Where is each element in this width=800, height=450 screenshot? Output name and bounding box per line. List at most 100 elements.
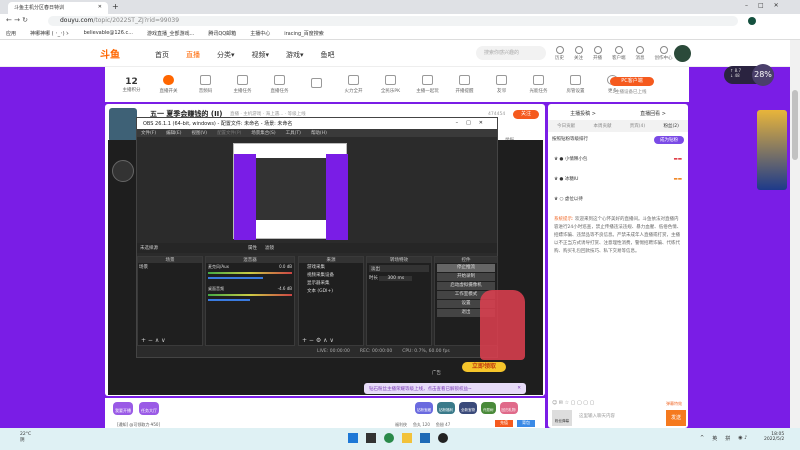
start-live-gift[interactable]: 我要开播 [113, 402, 133, 415]
tab-vip[interactable]: 贵宾(4) [630, 123, 645, 129]
start-recording-button[interactable]: 开始录制 [437, 273, 495, 281]
replay-link[interactable]: 直播回看 > [640, 110, 666, 117]
nav-live[interactable]: 直播 [186, 50, 200, 60]
volume-slider[interactable] [208, 277, 263, 279]
nav-arrows-icon[interactable]: ← → ↻ [6, 16, 28, 24]
fan-row[interactable]: ♛ ● 冰糖IU ▬▬ [554, 170, 682, 190]
toolbar-item[interactable]: 友邻 [483, 75, 520, 94]
toolbar-item[interactable]: 光能任务 [520, 75, 557, 94]
source-item[interactable]: 游戏采集 [307, 264, 355, 272]
profile-icon[interactable] [748, 17, 756, 25]
gift-item[interactable]: 许愿树 [481, 402, 496, 414]
toolbar-live-toggle[interactable]: 直播开关 [150, 75, 187, 94]
source-item[interactable]: 文本 (GDI+) [307, 288, 355, 296]
fan-row[interactable]: ♛ ● 小情释小包 ▬▬ [554, 150, 682, 170]
fan-notice[interactable]: 钻石粉丝主播荣耀等级上线，点击查看已解锁权益~ ✕ [364, 383, 526, 394]
toolbar-item[interactable]: 音频码 [187, 75, 224, 94]
gift-item[interactable]: 钻粉宝藏 [415, 402, 433, 414]
user-avatar[interactable] [674, 45, 691, 62]
recharge-button[interactable]: 充值 [495, 420, 513, 427]
promo-banner[interactable] [757, 110, 787, 190]
nav-games[interactable]: 游戏▾ [286, 50, 304, 60]
obs-preview[interactable] [233, 143, 348, 240]
filters-button[interactable]: 滤镜 [265, 246, 274, 251]
toolbar-item[interactable]: 房管设置 [557, 75, 594, 94]
send-button[interactable]: 发送 [666, 410, 686, 426]
fan-barrage[interactable]: 粉丝弹幕 [552, 410, 572, 426]
toolbar-item[interactable]: 主播任务 [224, 75, 261, 94]
toolbar-item[interactable]: 开播提醒 [446, 75, 483, 94]
history-button[interactable]: 历史 [555, 46, 564, 61]
nav-home[interactable]: 首页 [155, 50, 169, 60]
clock[interactable]: 18:05 2022/5/2 [764, 432, 784, 442]
gift-icon[interactable] [298, 78, 335, 91]
gift-item[interactable]: 全新宝物 [459, 402, 477, 414]
follow-streamer-button[interactable]: 关注 [513, 110, 539, 119]
nav-category[interactable]: 分类▾ [217, 50, 235, 60]
transition-select[interactable]: 淡出 [369, 265, 429, 272]
browser-tab[interactable]: 斗鱼主机分区春日特训 ✕ [8, 2, 108, 14]
menu-file[interactable]: 文件(F) [141, 130, 156, 136]
menu-help[interactable]: 帮助(H) [311, 130, 327, 136]
stop-streaming-button[interactable]: 停止推流 [437, 264, 495, 272]
obs-window-controls[interactable]: –□✕ [456, 120, 491, 126]
douyu-logo[interactable]: 斗鱼 [100, 46, 132, 61]
obs-icon[interactable] [438, 433, 448, 443]
menu-profile[interactable]: 配置文件(P) [217, 130, 241, 136]
streamer-posts-link[interactable]: 主播投稿 > [570, 110, 596, 117]
messages-button[interactable]: 消息 [636, 46, 645, 61]
toolbar-item[interactable]: 主播一起玩 [409, 75, 446, 94]
chat-input[interactable]: 这里输入聊天内容 [576, 410, 666, 426]
gift-item[interactable]: 回归礼物 [499, 402, 518, 414]
streamer-avatar[interactable] [109, 108, 137, 142]
menu-view[interactable]: 视图(V) [191, 130, 207, 136]
pc-client-button[interactable]: PC客户端 [610, 77, 654, 86]
menu-tools[interactable]: 工具(T) [286, 130, 301, 136]
chat-tools[interactable]: ☺ ✉ ☆ ▢ ▢ ▢ ▢ [552, 400, 594, 406]
scene-item[interactable]: 场景 [138, 263, 202, 271]
task-hall-gift[interactable]: 任务大厅 [139, 402, 159, 415]
scene-controls[interactable]: + − ∧ ∨ [141, 337, 166, 344]
nav-video[interactable]: 视频▾ [252, 50, 270, 60]
bookmark[interactable]: believable@126.c... [84, 30, 133, 37]
url-input[interactable]: douyu.com/topic/2022ST_ZJ?rid=99039 [48, 16, 738, 26]
duration-input[interactable]: 300 ms [379, 276, 413, 281]
new-tab-icon[interactable]: + [112, 2, 119, 11]
join-fans-button[interactable]: 成为钻粉 [654, 136, 684, 144]
backpack-button[interactable]: 背包 [517, 420, 535, 427]
virtual-camera-button[interactable]: 启动虚拟摄像机 [437, 282, 495, 290]
source-item[interactable]: 显示器采集 [307, 280, 355, 288]
properties-button[interactable]: 属性 [248, 246, 257, 251]
bookmark[interactable]: 主播中心 [250, 30, 270, 37]
window-controls[interactable]: –□✕ [745, 2, 789, 9]
task-view-icon[interactable] [366, 433, 376, 443]
menu-edit[interactable]: 编辑(E) [166, 130, 181, 136]
bookmark[interactable]: iracing_百度搜索 [284, 30, 324, 37]
scrollbar-thumb[interactable] [792, 90, 798, 160]
bookmark[interactable]: 游戏直播_全部游戏... [147, 30, 194, 37]
volume-slider[interactable] [208, 299, 250, 301]
source-controls[interactable]: + − ⚙ ∧ ∨ [302, 337, 334, 344]
nav-yuba[interactable]: 鱼吧 [321, 50, 335, 60]
bookmark[interactable]: 应用 [6, 30, 16, 37]
tab-today[interactable]: 今日贡献 [557, 123, 575, 129]
creator-center-button[interactable]: 创作中心 [655, 46, 673, 61]
source-item[interactable]: 视频采集设备 [307, 272, 355, 280]
start-icon[interactable] [348, 433, 358, 443]
menu-scene-collection[interactable]: 场景集合(S) [251, 130, 275, 136]
bookmark[interactable]: 腾讯QQ邮箱 [208, 30, 236, 37]
search-input[interactable]: 搜索你感兴趣的 [476, 46, 546, 60]
client-button[interactable]: 客户端 [612, 46, 626, 61]
weather-widget[interactable]: 22°C 阴 [20, 432, 31, 443]
fan-row[interactable]: ♛ ○ 虚位以待 [554, 190, 682, 210]
toolbar-item[interactable]: 火力全开 [335, 75, 372, 94]
system-tray[interactable]: ^ 英拼 ◉ ♪ [700, 435, 747, 442]
bookmark[interactable]: 神哪神哪 ( ･_･)ゝ [30, 30, 70, 37]
tab-fans[interactable]: 粉丝(2) [663, 123, 678, 129]
start-live-button[interactable]: 开播 [593, 46, 602, 61]
close-tab-icon[interactable]: ✕ [98, 4, 102, 12]
chrome-icon[interactable] [384, 433, 394, 443]
tab-week[interactable]: 本周贡献 [593, 123, 611, 129]
claim-button[interactable]: 立即领取 [462, 362, 506, 372]
gift-item[interactable]: 钻粉福利 [437, 402, 455, 414]
